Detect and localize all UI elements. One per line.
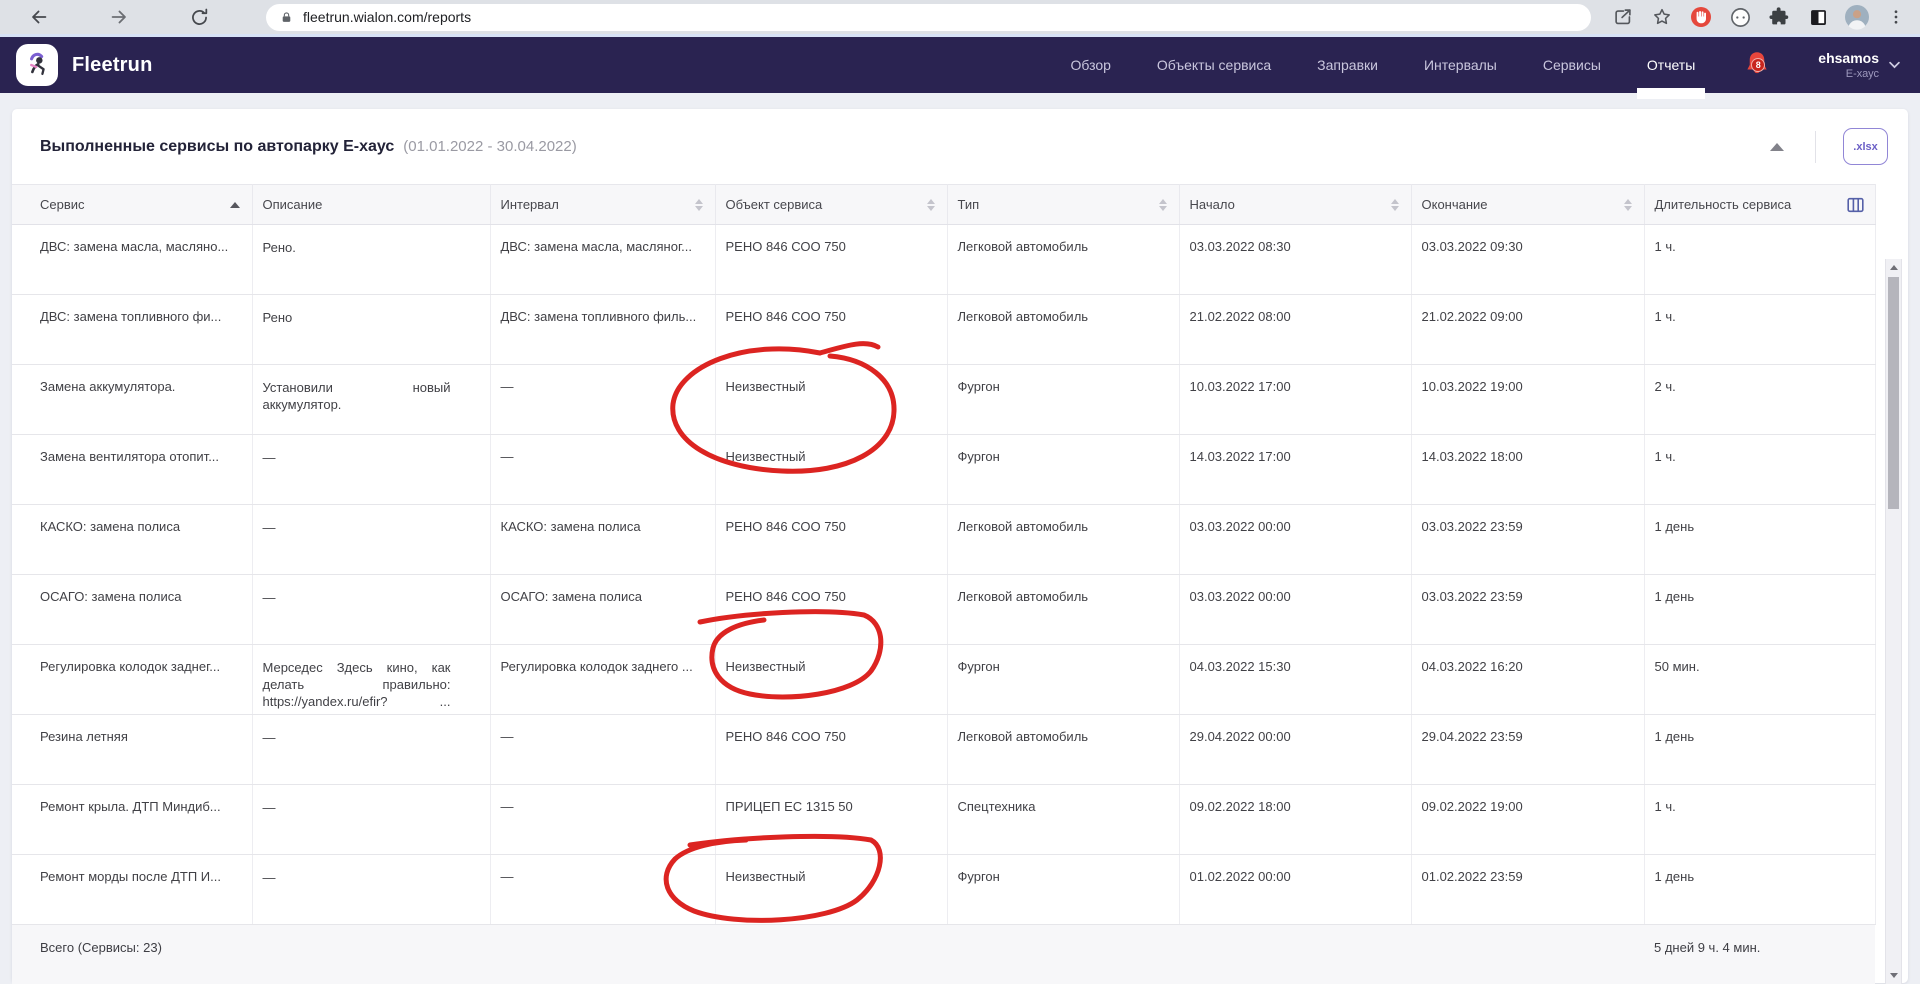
user-name: ehsamos <box>1818 51 1879 66</box>
sort-both-icon <box>1159 199 1167 211</box>
column-header-start[interactable]: Начало <box>1179 185 1411 225</box>
scrollbar-up-icon <box>1890 265 1898 270</box>
theme-extension-button[interactable] <box>1806 5 1830 29</box>
header-divider <box>1815 131 1816 163</box>
sort-both-icon <box>1391 199 1399 211</box>
address-bar[interactable]: fleetrun.wialon.com/reports <box>266 4 1591 31</box>
report-title: Выполненные сервисы по автопарку Е-хаус <box>40 138 394 156</box>
back-icon <box>28 6 50 28</box>
extensions-puzzle-icon <box>1768 6 1790 28</box>
scrollbar-thumb[interactable] <box>1888 277 1899 509</box>
extensions-button[interactable] <box>1767 5 1791 29</box>
circle-extension-icon <box>1729 6 1752 29</box>
totals-label: Всего (Сервисы: 23) <box>12 925 252 984</box>
share-button[interactable] <box>1611 5 1635 29</box>
table-scrollbar[interactable] <box>1885 259 1902 984</box>
nav-item-services[interactable]: Сервисы <box>1520 37 1624 93</box>
sort-both-icon <box>695 199 703 211</box>
fleetrun-logo[interactable] <box>16 44 58 86</box>
column-header-type[interactable]: Тип <box>947 185 1179 225</box>
column-header-service[interactable]: Сервис <box>12 185 252 225</box>
table-row[interactable]: Резина летняя — — РЕНО 846 СОО 750 Легко… <box>12 715 1875 785</box>
lock-icon <box>280 10 293 25</box>
table-row[interactable]: Регулировка колодок заднег... Мерседес З… <box>12 645 1875 715</box>
profile-avatar[interactable] <box>1845 5 1869 29</box>
notifications-button[interactable]: 8 <box>1742 48 1774 82</box>
table-row[interactable]: Замена вентилятора отопит... — — Неизвес… <box>12 435 1875 505</box>
table-row[interactable]: Замена аккумулятора. Установили новый ак… <box>12 365 1875 435</box>
column-header-end[interactable]: Окончание <box>1411 185 1644 225</box>
xlsx-export-button[interactable]: .xlsx <box>1843 128 1888 165</box>
share-icon <box>1612 6 1634 28</box>
table-row[interactable]: ДВС: замена топливного фи... Рено ДВС: з… <box>12 295 1875 365</box>
user-org: E-хаус <box>1818 68 1879 80</box>
table-row[interactable]: Ремонт морды после ДТП И... — — Неизвест… <box>12 855 1875 925</box>
kebab-menu-icon <box>1887 8 1905 26</box>
column-header-interval[interactable]: Интервал <box>490 185 715 225</box>
chevron-down-icon <box>1889 61 1900 69</box>
adblock-hand-icon <box>1689 5 1713 29</box>
page-body: Выполненные сервисы по автопарку Е-хаус … <box>0 109 1920 983</box>
table-zone: Сервис Описание Интервал Объект сервиса … <box>12 184 1908 984</box>
column-header-duration[interactable]: Длительность сервиса <box>1644 185 1875 225</box>
forward-icon <box>108 6 130 28</box>
sort-both-icon <box>927 199 935 211</box>
brand-name: Fleetrun <box>72 54 153 77</box>
nav-item-fillings[interactable]: Заправки <box>1294 37 1401 93</box>
scrollbar-down-button[interactable] <box>1886 973 1901 978</box>
forward-button[interactable] <box>106 4 132 30</box>
user-menu[interactable]: ehsamos E-хаус <box>1818 51 1900 80</box>
table-row[interactable]: КАСКО: замена полиса — КАСКО: замена пол… <box>12 505 1875 575</box>
bookmark-button[interactable] <box>1650 5 1674 29</box>
report-period: (01.01.2022 - 30.04.2022) <box>403 138 576 155</box>
collapse-report-button[interactable] <box>1770 143 1784 151</box>
table-header-row: Сервис Описание Интервал Объект сервиса … <box>12 185 1875 225</box>
browser-menu-button[interactable] <box>1884 5 1908 29</box>
columns-icon[interactable] <box>1846 196 1865 214</box>
main-nav: Обзор Объекты сервиса Заправки Интервалы… <box>1047 37 1718 93</box>
scrollbar-up-button[interactable] <box>1886 265 1901 270</box>
report-card: Выполненные сервисы по автопарку Е-хаус … <box>12 109 1908 983</box>
scrollbar-down-icon <box>1890 973 1898 978</box>
nav-item-intervals[interactable]: Интервалы <box>1401 37 1520 93</box>
reload-button[interactable] <box>186 4 212 30</box>
sort-both-icon <box>1624 199 1632 211</box>
back-button[interactable] <box>26 4 52 30</box>
nav-item-service-units[interactable]: Объекты сервиса <box>1134 37 1294 93</box>
table-row[interactable]: ДВС: замена масла, масляно... Рено. ДВС:… <box>12 225 1875 295</box>
table-footer-row: Всего (Сервисы: 23) 5 дней 9 ч. 4 мин. <box>12 925 1875 984</box>
table-row[interactable]: ОСАГО: замена полиса — ОСАГО: замена пол… <box>12 575 1875 645</box>
adblock-extension-button[interactable] <box>1689 5 1713 29</box>
report-header-bar: Выполненные сервисы по автопарку Е-хаус … <box>12 109 1908 184</box>
table-row[interactable]: Ремонт крыла. ДТП Миндиб... — — ПРИЦЕП Е… <box>12 785 1875 855</box>
bookmark-star-icon <box>1651 6 1673 28</box>
column-header-description[interactable]: Описание <box>252 185 490 225</box>
nav-item-overview[interactable]: Обзор <box>1047 37 1133 93</box>
fleetrun-mascot-icon <box>20 48 54 82</box>
extension-circle-button[interactable] <box>1728 5 1752 29</box>
url-text: fleetrun.wialon.com/reports <box>303 9 471 25</box>
services-table: Сервис Описание Интервал Объект сервиса … <box>12 184 1876 984</box>
nav-item-reports[interactable]: Отчеты <box>1624 37 1718 93</box>
app-header: Fleetrun Обзор Объекты сервиса Заправки … <box>0 34 1920 93</box>
sort-asc-icon <box>230 202 240 208</box>
reload-icon <box>189 7 210 28</box>
totals-duration: 5 дней 9 ч. 4 мин. <box>1644 925 1875 984</box>
column-header-unit[interactable]: Объект сервиса <box>715 185 947 225</box>
browser-chrome: fleetrun.wialon.com/reports <box>0 0 1920 34</box>
avatar-icon <box>1845 4 1869 30</box>
dark-mode-square-icon <box>1808 7 1829 28</box>
